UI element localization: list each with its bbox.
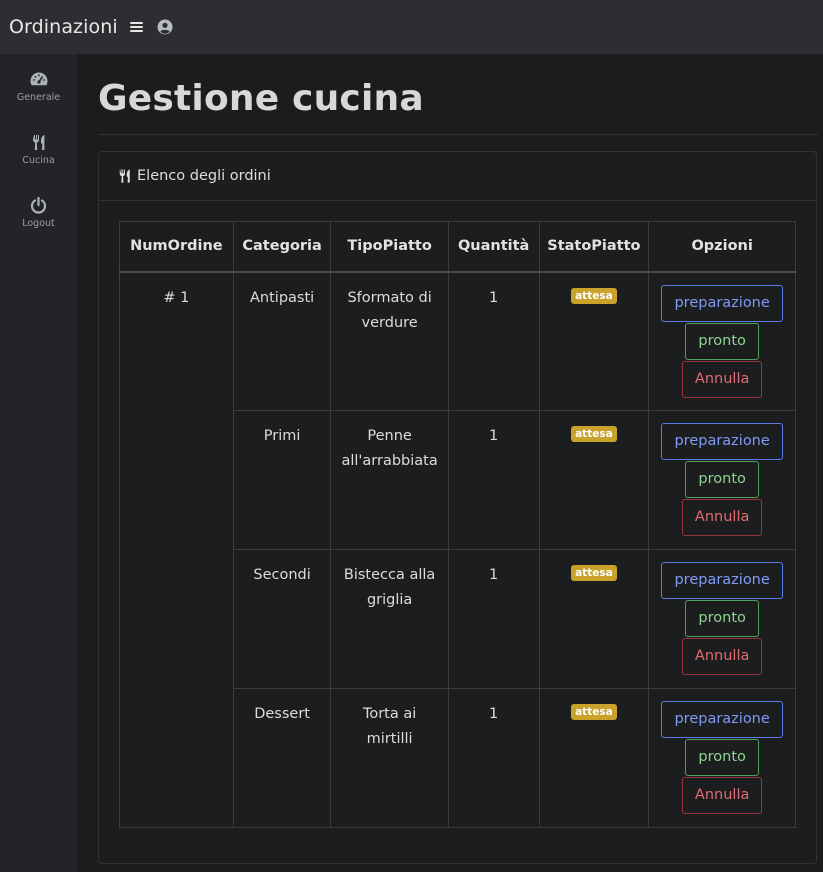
column-header-categoria: Categoria bbox=[232, 221, 332, 273]
annulla-button[interactable]: Annulla bbox=[681, 360, 763, 398]
sidebar-item-label: Logout bbox=[22, 218, 55, 229]
options-cell: preparazione pronto Annulla bbox=[648, 549, 796, 689]
sidebar-item-generale[interactable]: Generale bbox=[0, 68, 77, 118]
preparazione-button[interactable]: preparazione bbox=[661, 562, 783, 599]
annulla-button[interactable]: Annulla bbox=[681, 777, 763, 814]
stato-cell: attesa bbox=[538, 688, 650, 828]
quantita-cell: 1 bbox=[447, 688, 540, 828]
preparazione-button[interactable]: preparazione bbox=[661, 423, 783, 460]
status-badge: attesa bbox=[571, 704, 617, 720]
divider bbox=[98, 134, 818, 135]
status-badge: attesa bbox=[571, 426, 617, 442]
column-header-tipopiatto: TipoPiatto bbox=[330, 221, 449, 273]
stato-cell: attesa bbox=[538, 271, 650, 411]
hamburger-menu-icon[interactable] bbox=[129, 21, 144, 33]
column-header-statopiatto: StatoPiatto bbox=[538, 221, 650, 273]
status-badge: attesa bbox=[571, 287, 617, 304]
pronto-button[interactable]: pronto bbox=[685, 600, 759, 637]
column-header-numordine: NumOrdine bbox=[119, 221, 234, 273]
orders-table: NumOrdine Categoria TipoPiatto Quantità … bbox=[119, 221, 796, 828]
stato-cell: attesa bbox=[538, 549, 650, 689]
categoria-cell: Antipasti bbox=[232, 271, 332, 411]
annulla-button[interactable]: Annulla bbox=[681, 638, 763, 675]
sidebar: Generale Cucina Logout bbox=[0, 54, 77, 872]
quantita-cell: 1 bbox=[447, 271, 540, 411]
tipopiatto-cell: Bistecca alla griglia bbox=[330, 549, 449, 689]
card-header: Elenco degli ordini bbox=[99, 152, 816, 201]
pronto-button[interactable]: pronto bbox=[685, 739, 759, 776]
pronto-button[interactable]: pronto bbox=[685, 322, 759, 360]
stato-cell: attesa bbox=[538, 410, 650, 550]
options-cell: preparazione pronto Annulla bbox=[648, 271, 796, 411]
app-brand[interactable]: Ordinazioni bbox=[9, 16, 118, 38]
table-header-row: NumOrdine Categoria TipoPiatto Quantità … bbox=[119, 221, 796, 273]
sidebar-item-label: Generale bbox=[16, 92, 61, 103]
quantita-cell: 1 bbox=[447, 410, 540, 550]
categoria-cell: Primi bbox=[232, 410, 332, 550]
tipopiatto-cell: Sformato di verdure bbox=[330, 271, 449, 411]
order-number-cell: # 1 bbox=[119, 271, 234, 828]
preparazione-button[interactable]: preparazione bbox=[661, 284, 783, 322]
page-title: Gestione cucina bbox=[98, 78, 424, 119]
column-header-opzioni: Opzioni bbox=[648, 221, 796, 273]
categoria-cell: Secondi bbox=[232, 549, 332, 689]
utensils-icon bbox=[31, 131, 47, 153]
pronto-button[interactable]: pronto bbox=[685, 461, 759, 498]
tipopiatto-cell: Torta ai mirtilli bbox=[330, 688, 449, 828]
tipopiatto-cell: Penne all'arrabbiata bbox=[330, 410, 449, 550]
status-badge: attesa bbox=[571, 565, 617, 581]
top-navbar: Ordinazioni bbox=[0, 0, 823, 54]
table-row: # 1 Antipasti Sformato di verdure 1 atte… bbox=[119, 271, 796, 828]
options-cell: preparazione pronto Annulla bbox=[648, 410, 796, 550]
card-title: Elenco degli ordini bbox=[137, 168, 271, 184]
column-header-quantita: Quantità bbox=[447, 221, 540, 273]
sidebar-item-logout[interactable]: Logout bbox=[0, 194, 77, 244]
preparazione-button[interactable]: preparazione bbox=[661, 701, 783, 738]
categoria-cell: Dessert bbox=[232, 688, 332, 828]
tachometer-icon bbox=[29, 68, 49, 90]
sidebar-item-label: Cucina bbox=[22, 155, 55, 166]
utensils-icon bbox=[118, 168, 132, 184]
annulla-button[interactable]: Annulla bbox=[681, 499, 763, 536]
user-circle-icon[interactable] bbox=[157, 19, 173, 35]
quantita-cell: 1 bbox=[447, 549, 540, 689]
sidebar-item-cucina[interactable]: Cucina bbox=[0, 131, 77, 181]
options-cell: preparazione pronto Annulla bbox=[648, 688, 796, 828]
orders-card: Elenco degli ordini NumOrdine Categoria … bbox=[98, 151, 817, 864]
power-icon bbox=[30, 194, 47, 216]
